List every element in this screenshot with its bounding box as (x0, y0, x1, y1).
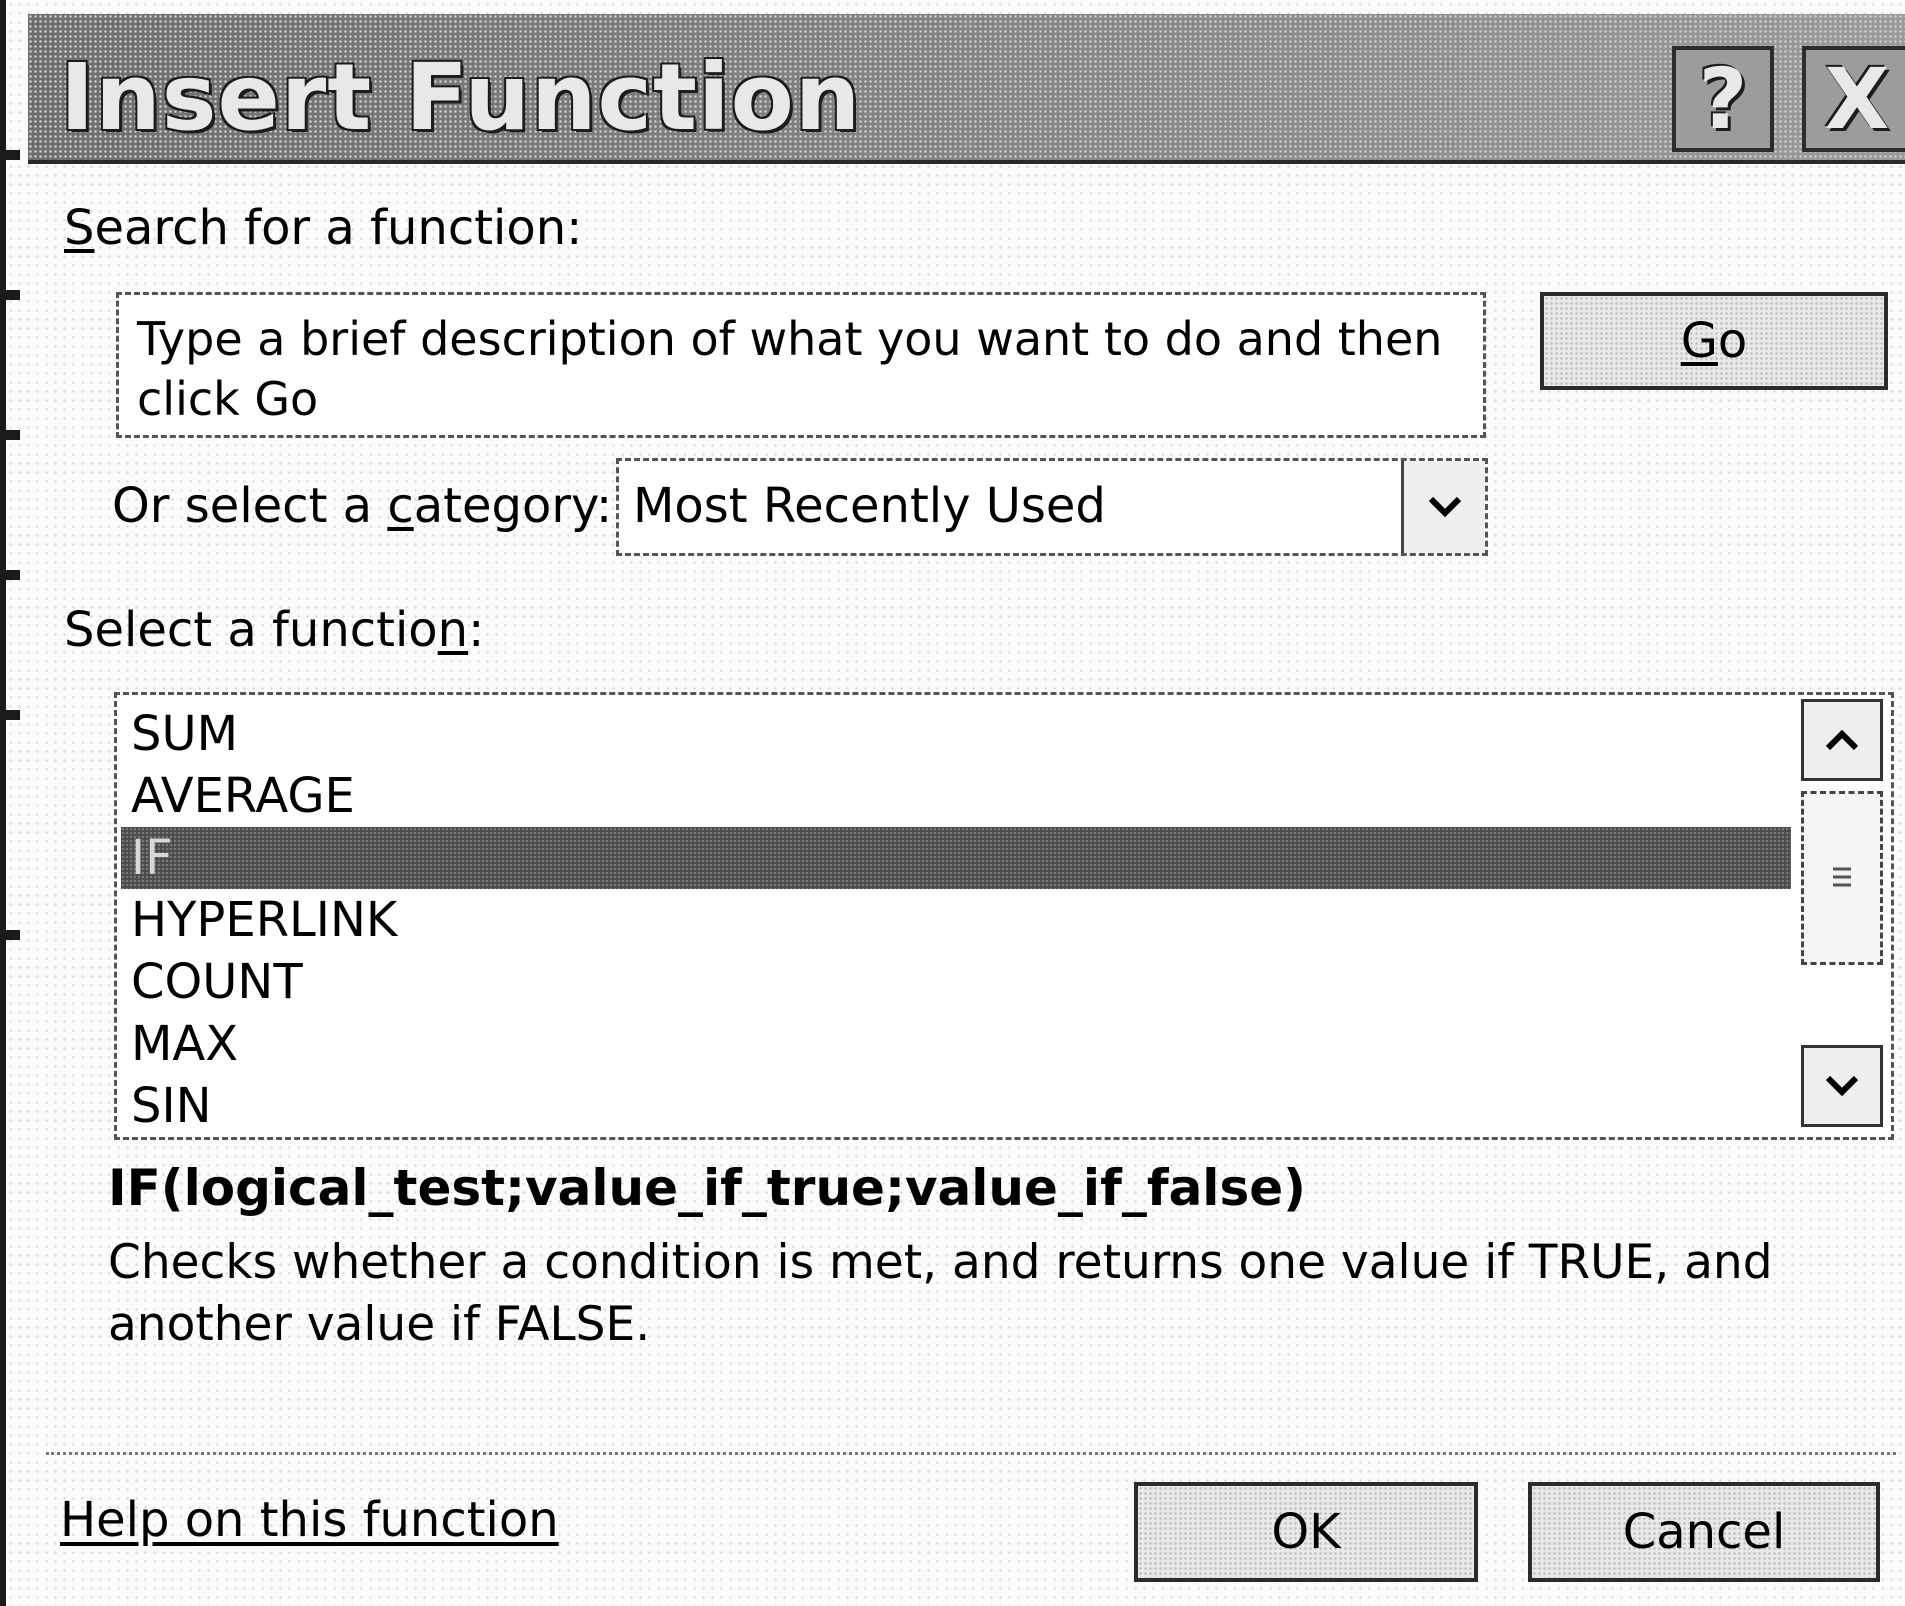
go-mnemonic: G (1680, 313, 1718, 369)
function-list-label: Select a function: (64, 602, 484, 658)
function-list-item[interactable]: SIN (121, 1075, 1791, 1137)
category-label: Or select a category: (112, 478, 612, 534)
search-input[interactable]: Type a brief description of what you wan… (116, 292, 1486, 438)
function-list-label-post: : (468, 602, 485, 658)
scroll-up-button[interactable] (1801, 699, 1883, 781)
category-selected-value: Most Recently Used (633, 478, 1106, 534)
function-list-item[interactable]: HYPERLINK (121, 889, 1791, 951)
cancel-button[interactable]: Cancel (1528, 1482, 1880, 1582)
scroll-thumb[interactable] (1801, 791, 1883, 965)
chevron-down-icon (1825, 1075, 1859, 1097)
ok-button[interactable]: OK (1134, 1482, 1478, 1582)
chevron-up-icon (1825, 729, 1859, 751)
frame-mark (6, 930, 20, 940)
insert-function-dialog: Insert Function ? X Search for a functio… (0, 0, 1905, 1606)
category-label-mnemonic: c (387, 478, 414, 534)
divider (46, 1452, 1896, 1455)
function-syntax: IF(logical_test;value_if_true;value_if_f… (108, 1159, 1306, 1217)
function-list-item[interactable]: IF (121, 827, 1791, 889)
close-button[interactable]: X (1802, 46, 1905, 152)
function-list-label-pre: Select a functio (64, 602, 438, 658)
grip-icon (1833, 867, 1851, 887)
frame-mark (6, 150, 20, 160)
search-label-mnemonic: S (64, 200, 95, 256)
dialog-title: Insert Function (60, 44, 862, 151)
category-label-post: ategory: (413, 478, 613, 534)
frame-mark (6, 710, 20, 720)
category-dropdown-button[interactable] (1401, 461, 1485, 553)
title-bar[interactable]: Insert Function ? X (28, 14, 1905, 164)
category-select[interactable]: Most Recently Used (616, 458, 1488, 556)
function-list[interactable]: SUM AVERAGE IF HYPERLINK COUNT MAX SIN (114, 692, 1894, 1140)
category-label-pre: Or select a (112, 478, 388, 534)
function-list-scrollbar[interactable] (1801, 699, 1887, 1131)
help-on-function-link[interactable]: Help on this function (60, 1490, 559, 1550)
function-list-item[interactable]: SUM (121, 703, 1791, 765)
help-button[interactable]: ? (1672, 46, 1774, 152)
scroll-down-button[interactable] (1801, 1045, 1883, 1127)
function-list-item[interactable]: AVERAGE (121, 765, 1791, 827)
function-list-item[interactable]: COUNT (121, 951, 1791, 1013)
search-label-text: earch for a function: (94, 200, 583, 256)
frame-mark (6, 570, 20, 580)
search-label: Search for a function: (64, 200, 582, 256)
function-list-items: SUM AVERAGE IF HYPERLINK COUNT MAX SIN (121, 703, 1791, 1137)
chevron-down-icon (1428, 496, 1461, 518)
function-description: Checks whether a condition is met, and r… (108, 1235, 1773, 1352)
frame-mark (6, 430, 20, 440)
function-list-item[interactable]: MAX (121, 1013, 1791, 1075)
go-button[interactable]: Go (1540, 292, 1888, 390)
function-list-label-mnemonic: n (437, 602, 469, 658)
go-label: o (1717, 313, 1748, 369)
frame-mark (6, 290, 20, 300)
